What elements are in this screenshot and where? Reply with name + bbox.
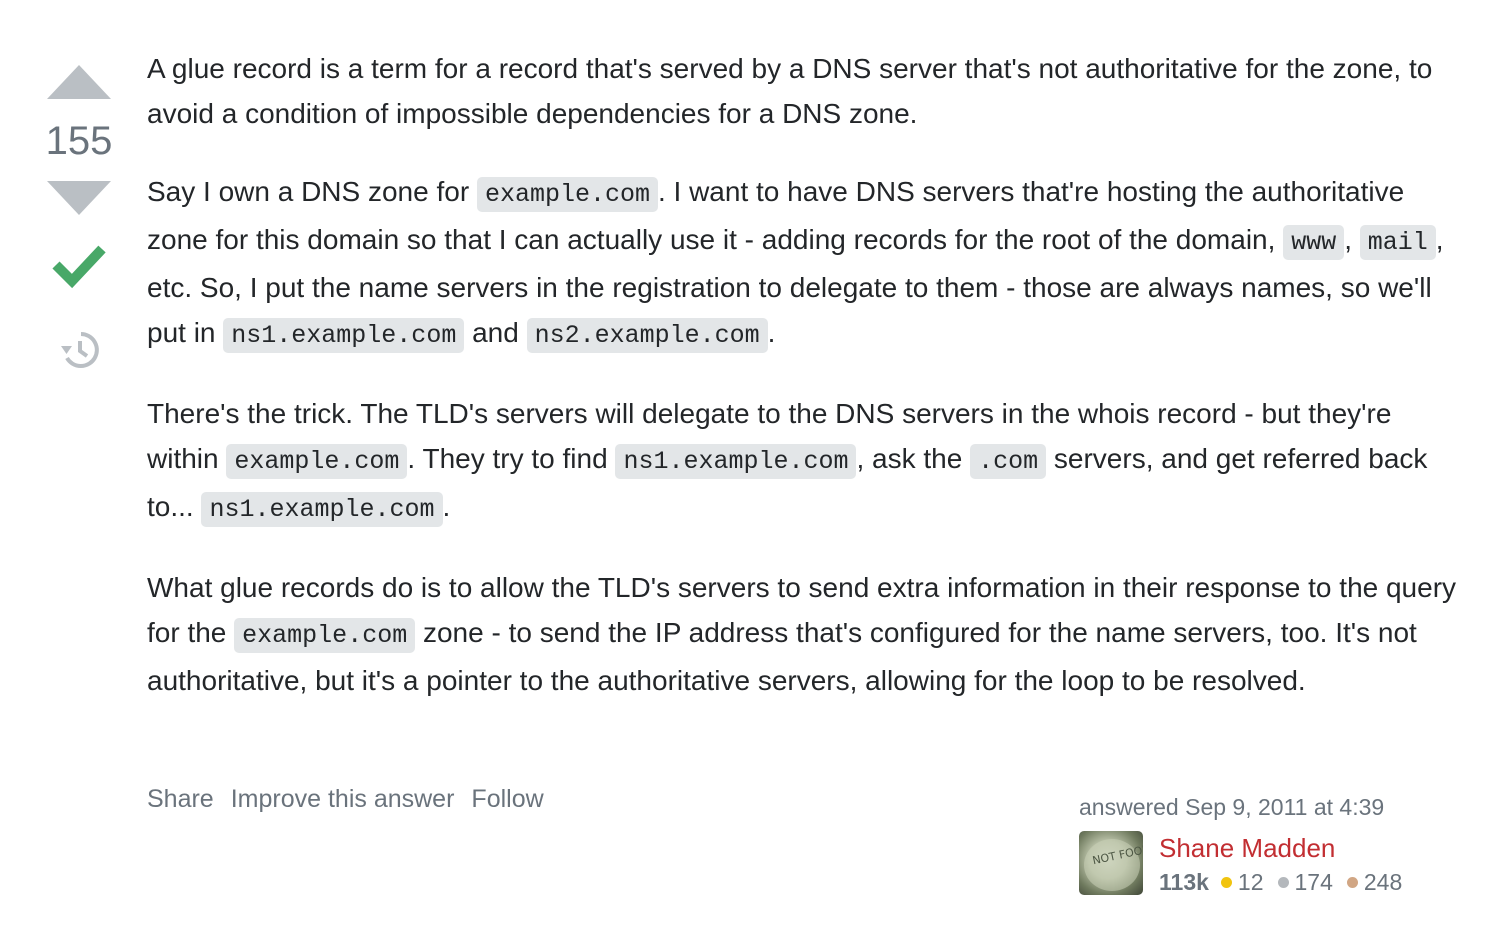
gold-badges: 12 xyxy=(1220,866,1264,898)
text: . xyxy=(767,317,776,348)
post-menu: Share Improve this answer Follow xyxy=(147,785,544,814)
silver-badge-icon xyxy=(1277,876,1289,888)
vote-count: 155 xyxy=(45,119,113,163)
accepted-checkmark-icon xyxy=(52,245,106,289)
avatar[interactable]: NOT FOOD xyxy=(1079,831,1143,895)
reputation-score: 113k xyxy=(1159,869,1209,895)
silver-badges: 174 xyxy=(1277,866,1333,898)
revision-history-icon[interactable] xyxy=(58,329,100,371)
answered-timestamp: answered Sep 9, 2011 at 4:39 xyxy=(1079,794,1385,820)
paragraph-3: There's the trick. The TLD's servers wil… xyxy=(147,391,1462,532)
inline-code: ns1.example.com xyxy=(223,318,465,353)
inline-code: example.com xyxy=(226,444,408,479)
silver-badge-count: 174 xyxy=(1294,869,1333,895)
text: , xyxy=(1344,224,1360,255)
bronze-badge-count: 248 xyxy=(1363,869,1403,895)
improve-answer-link[interactable]: Improve this answer xyxy=(231,785,455,814)
inline-code: example.com xyxy=(476,177,658,212)
avatar-image: NOT FOOD xyxy=(1084,839,1143,891)
text: Say I own a DNS zone for xyxy=(147,176,477,207)
inline-code: example.com xyxy=(234,618,416,653)
text: , ask the xyxy=(856,443,971,474)
gold-badge-count: 12 xyxy=(1237,869,1264,895)
upvote-button[interactable] xyxy=(47,65,111,99)
paragraph-4: What glue records do is to allow the TLD… xyxy=(147,565,1462,703)
inline-code: ns1.example.com xyxy=(201,492,443,527)
share-link[interactable]: Share xyxy=(147,785,214,814)
inline-code: ns1.example.com xyxy=(615,444,857,479)
text: . They try to find xyxy=(407,443,616,474)
downvote-button[interactable] xyxy=(47,181,111,215)
user-details: Shane Madden 113k 12 174 248 xyxy=(1159,831,1416,898)
user-stats: 113k 12 174 248 xyxy=(1159,866,1416,898)
vote-column: 155 xyxy=(40,62,118,371)
text: . xyxy=(442,491,451,522)
gold-badge-icon xyxy=(1220,876,1232,888)
follow-link[interactable]: Follow xyxy=(471,785,543,814)
text: and xyxy=(464,317,527,348)
inline-code: ns2.example.com xyxy=(526,318,768,353)
user-card: answered Sep 9, 2011 at 4:39 NOT FOOD Sh… xyxy=(1079,792,1459,898)
answer-body: A glue record is a term for a record tha… xyxy=(147,46,1462,736)
bronze-badges: 248 xyxy=(1346,866,1403,898)
user-row: NOT FOOD Shane Madden 113k 12 174 248 xyxy=(1079,831,1459,898)
inline-code: mail xyxy=(1359,225,1436,260)
paragraph-2: Say I own a DNS zone for example.com. I … xyxy=(147,169,1462,358)
user-name-link[interactable]: Shane Madden xyxy=(1159,831,1416,865)
inline-code: .com xyxy=(970,444,1047,479)
text: A glue record is a term for a record tha… xyxy=(147,53,1433,129)
inline-code: www xyxy=(1283,225,1345,260)
bronze-badge-icon xyxy=(1346,876,1358,888)
paragraph-1: A glue record is a term for a record tha… xyxy=(147,46,1462,136)
